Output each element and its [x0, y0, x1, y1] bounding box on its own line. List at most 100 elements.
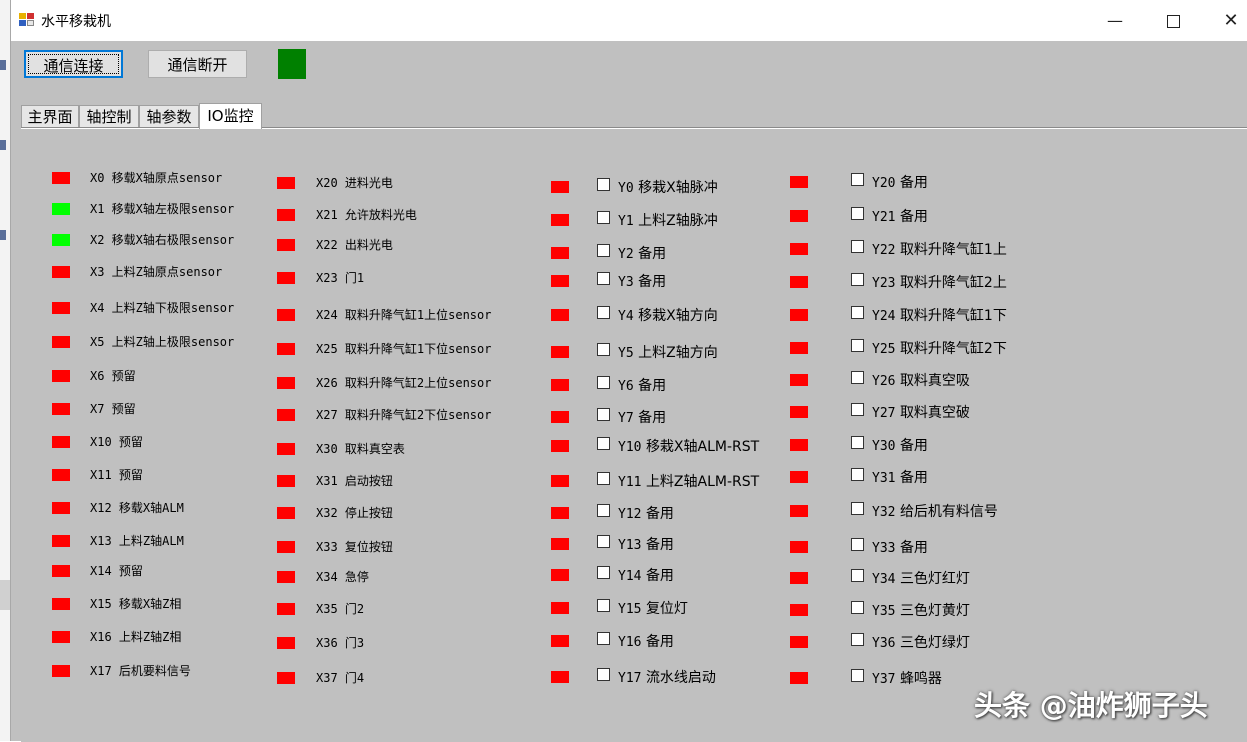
- minimize-button[interactable]: —: [1086, 0, 1144, 41]
- output-checkbox[interactable]: [597, 472, 610, 485]
- output-checkbox[interactable]: [597, 272, 610, 285]
- input-led: [277, 209, 295, 221]
- tab-axis-params[interactable]: 轴参数: [139, 105, 199, 128]
- output-led: [551, 411, 569, 423]
- output-label: Y37 蜂鸣器: [872, 668, 942, 688]
- output-label: Y27 取料真空破: [872, 402, 970, 422]
- output-checkbox[interactable]: [597, 535, 610, 548]
- output-led: [790, 406, 808, 418]
- output-checkbox[interactable]: [597, 599, 610, 612]
- input-led: [52, 502, 70, 514]
- input-led: [52, 370, 70, 382]
- output-checkbox[interactable]: [597, 566, 610, 579]
- output-checkbox[interactable]: [597, 211, 610, 224]
- maximize-button[interactable]: [1144, 0, 1202, 41]
- output-checkbox[interactable]: [851, 371, 864, 384]
- output-name: 备用: [645, 506, 674, 522]
- output-name: 备用: [899, 470, 928, 486]
- input-label: X27 取料升降气缸2下位sensor: [316, 408, 492, 422]
- output-checkbox[interactable]: [851, 569, 864, 582]
- output-name: 三色灯黄灯: [899, 603, 970, 619]
- output-name: 移栽X轴脉冲: [638, 180, 718, 196]
- output-code: Y15: [618, 602, 642, 617]
- output-code: Y4: [618, 309, 634, 324]
- output-code: Y30: [872, 439, 896, 454]
- output-checkbox[interactable]: [851, 403, 864, 416]
- output-checkbox[interactable]: [851, 240, 864, 253]
- output-name: 取料真空吸: [899, 373, 970, 389]
- output-led: [551, 635, 569, 647]
- output-checkbox[interactable]: [851, 502, 864, 515]
- output-name: 备用: [899, 540, 928, 556]
- output-checkbox[interactable]: [597, 244, 610, 257]
- output-checkbox[interactable]: [597, 178, 610, 191]
- output-name: 取料升降气缸2上: [899, 275, 1007, 291]
- output-label: Y21 备用: [872, 206, 928, 226]
- output-checkbox[interactable]: [851, 601, 864, 614]
- tab-io-monitor[interactable]: IO监控: [199, 103, 262, 129]
- output-name: 备用: [645, 568, 674, 584]
- output-label: Y1 上料Z轴脉冲: [618, 210, 718, 230]
- output-checkbox[interactable]: [597, 632, 610, 645]
- output-code: Y33: [872, 541, 896, 556]
- input-label: X7 预留: [90, 402, 136, 416]
- output-checkbox[interactable]: [597, 504, 610, 517]
- input-label: X15 移载X轴Z相: [90, 597, 182, 611]
- output-checkbox[interactable]: [597, 408, 610, 421]
- input-led: [52, 234, 70, 246]
- output-checkbox[interactable]: [851, 468, 864, 481]
- output-checkbox[interactable]: [851, 633, 864, 646]
- input-led: [52, 403, 70, 415]
- output-name: 取料升降气缸2下: [899, 341, 1007, 357]
- disconnect-button[interactable]: 通信断开: [148, 50, 247, 78]
- output-checkbox[interactable]: [597, 343, 610, 356]
- output-checkbox[interactable]: [851, 306, 864, 319]
- title-bar: 水平移栽机 — ✕: [11, 0, 1247, 41]
- input-label: X3 上料Z轴原点sensor: [90, 265, 223, 279]
- output-label: Y4 移栽X轴方向: [618, 305, 718, 325]
- output-checkbox[interactable]: [851, 669, 864, 682]
- output-checkbox[interactable]: [851, 538, 864, 551]
- output-label: Y33 备用: [872, 537, 928, 557]
- output-name: 备用: [638, 246, 667, 262]
- connect-button[interactable]: 通信连接: [24, 50, 123, 78]
- output-checkbox[interactable]: [597, 437, 610, 450]
- output-label: Y3 备用: [618, 271, 666, 291]
- output-checkbox[interactable]: [851, 436, 864, 449]
- input-label: X30 取料真空表: [316, 442, 405, 456]
- tab-main[interactable]: 主界面: [21, 105, 79, 128]
- output-checkbox[interactable]: [597, 376, 610, 389]
- input-led: [52, 631, 70, 643]
- output-checkbox[interactable]: [597, 306, 610, 319]
- maximize-icon: [1166, 15, 1180, 28]
- connection-status-indicator: [278, 49, 306, 79]
- output-led: [551, 602, 569, 614]
- output-checkbox[interactable]: [851, 339, 864, 352]
- output-checkbox[interactable]: [851, 207, 864, 220]
- input-label: X24 取料升降气缸1上位sensor: [316, 308, 492, 322]
- output-label: Y24 取料升降气缸1下: [872, 305, 1007, 325]
- input-led: [52, 665, 70, 677]
- input-label: X26 取料升降气缸2上位sensor: [316, 376, 492, 390]
- input-label: X12 移载X轴ALM: [90, 501, 184, 515]
- output-code: Y23: [872, 276, 896, 291]
- output-led: [551, 309, 569, 321]
- close-button[interactable]: ✕: [1202, 0, 1247, 41]
- output-label: Y14 备用: [618, 565, 674, 585]
- output-label: Y2 备用: [618, 243, 666, 263]
- output-code: Y11: [618, 475, 642, 490]
- output-label: Y23 取料升降气缸2上: [872, 272, 1007, 292]
- output-code: Y16: [618, 635, 642, 650]
- output-led: [790, 342, 808, 354]
- output-checkbox[interactable]: [851, 173, 864, 186]
- output-led: [551, 346, 569, 358]
- input-led: [277, 409, 295, 421]
- output-checkbox[interactable]: [597, 668, 610, 681]
- output-led: [790, 541, 808, 553]
- output-code: Y22: [872, 243, 896, 258]
- tab-axis-control[interactable]: 轴控制: [79, 105, 139, 128]
- output-code: Y6: [618, 379, 634, 394]
- input-led: [52, 535, 70, 547]
- output-led: [551, 247, 569, 259]
- output-checkbox[interactable]: [851, 273, 864, 286]
